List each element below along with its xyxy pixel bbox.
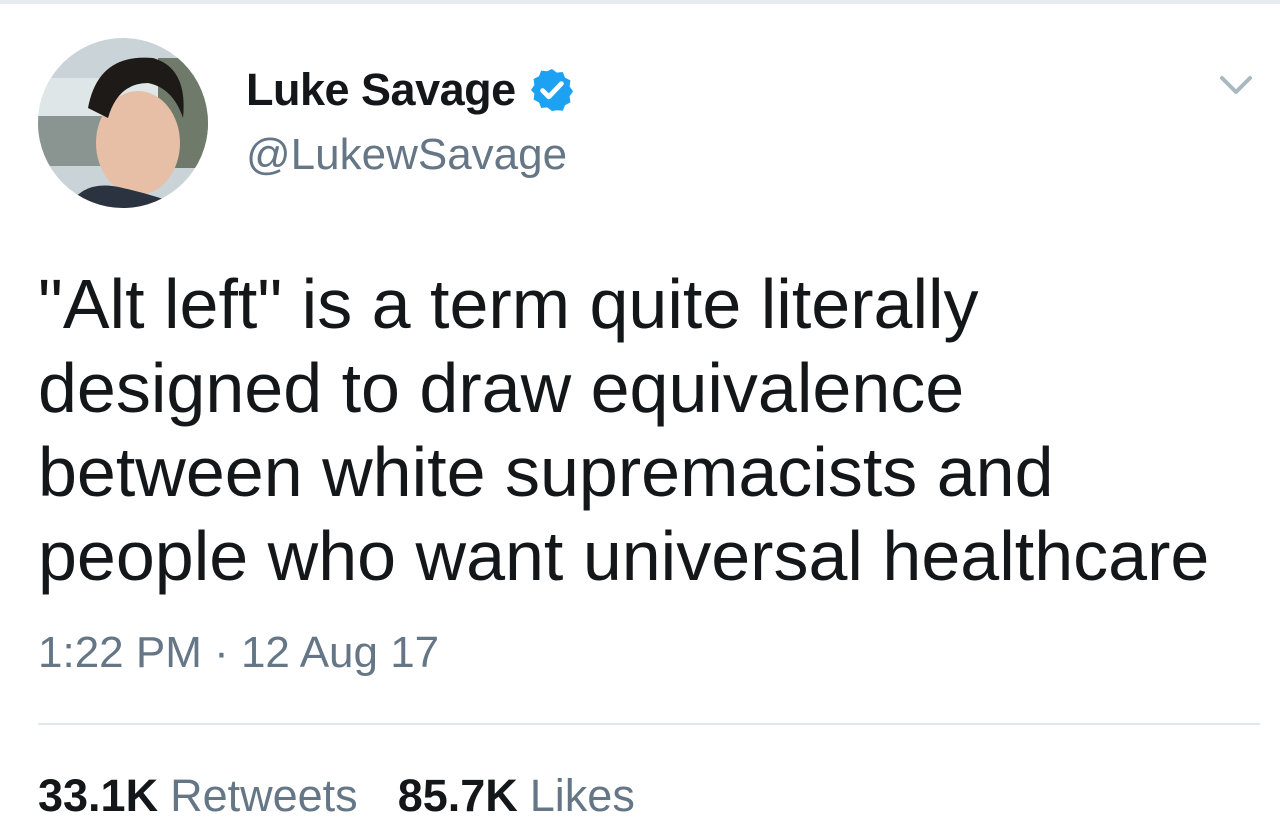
- likes-stat[interactable]: 85.7K Likes: [398, 770, 635, 822]
- avatar-photo: [38, 38, 208, 208]
- tweet-text: "Alt left" is a term quite literally des…: [38, 265, 1210, 595]
- author-handle[interactable]: @LukewSavage: [246, 130, 567, 180]
- avatar[interactable]: [38, 38, 208, 208]
- verified-badge-icon: [530, 69, 573, 111]
- likes-count: 85.7K: [397, 770, 518, 821]
- author-row: Luke Savage: [246, 60, 576, 120]
- author-display-name[interactable]: Luke Savage: [246, 64, 516, 116]
- divider: [38, 723, 1260, 725]
- likes-label: Likes: [529, 770, 635, 821]
- top-border: [0, 0, 1280, 4]
- retweets-label: Retweets: [170, 770, 358, 821]
- retweets-stat[interactable]: 33.1K Retweets: [38, 770, 358, 822]
- retweets-count: 33.1K: [38, 770, 159, 821]
- tweet-stats: 33.1K Retweets 85.7K Likes: [38, 770, 635, 822]
- chevron-down-icon[interactable]: [1216, 70, 1256, 100]
- tweet-timestamp[interactable]: 1:22 PM · 12 Aug 17: [38, 628, 439, 678]
